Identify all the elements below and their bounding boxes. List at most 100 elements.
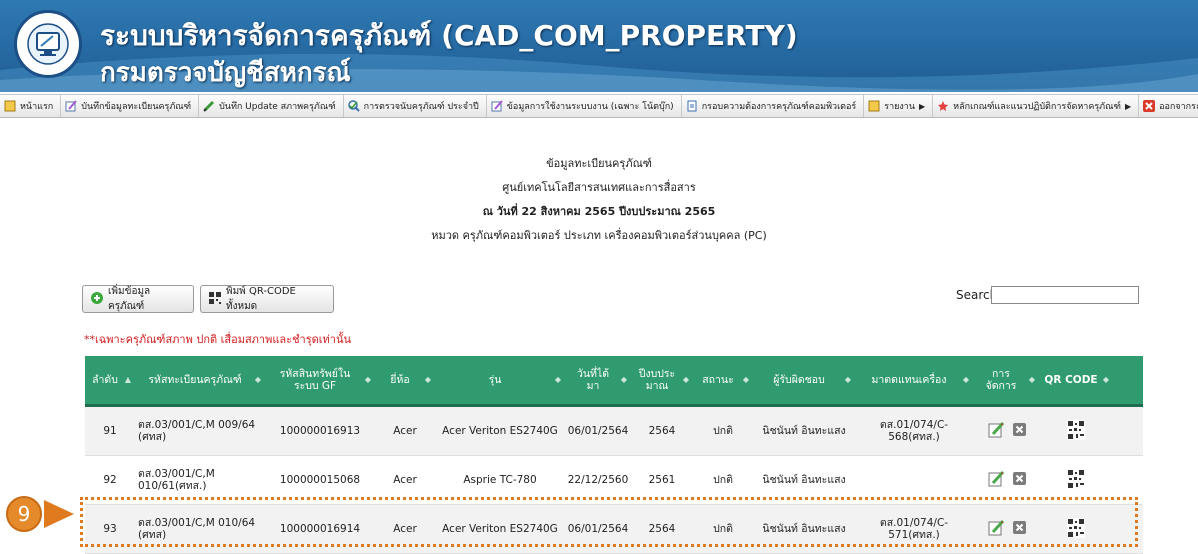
sort-icon: ◆: [254, 375, 261, 384]
report-icon: [868, 100, 880, 112]
qr-code-icon[interactable]: [1067, 419, 1085, 443]
column-header-brand[interactable]: ยี่ห้อ ◆: [375, 356, 435, 404]
qr-code-icon[interactable]: [1067, 517, 1085, 541]
cell-code: ตส.03/001/C,M 010/64 (ศทส): [138, 517, 256, 541]
sort-icon: ◆: [1028, 375, 1035, 384]
column-header-year[interactable]: ปีงบประ มาณ ◆: [631, 356, 693, 404]
main-menu-bar: หน้าแรก บันทึกข้อมูลทะเบียนครุภัณฑ์ บันท…: [0, 94, 1198, 118]
menu-item-logout[interactable]: ออกจากระบบ: [1139, 95, 1198, 117]
cell-qr: [1039, 407, 1113, 455]
star-icon: [937, 100, 949, 112]
table-header: ลำดับ ▲ รหัสทะเบียนครุภัณฑ์ ◆ รหัสสินทรัพย…: [85, 356, 1143, 407]
table-row: 92 ตส.03/001/C,M 010/61(ศทส.) 1000000150…: [85, 456, 1143, 505]
report-date: ณ วันที่ 22 สิงหาคม 2565 ปีงบประมาณ 2565: [482, 205, 716, 218]
cell-code: ตส.03/001/C,M 009/64 (ศทส): [138, 419, 256, 443]
column-header-label: รุ่น: [488, 374, 502, 386]
print-all-qr-button[interactable]: พิมพ์ QR-CODE ทั้งหมด: [200, 285, 334, 313]
menu-label: หลักเกณฑ์และแนวปฏิบัติการจัดหาครุภัณฑ์: [953, 102, 1121, 112]
column-header-label: สถานะ: [702, 374, 734, 386]
edit-icon[interactable]: [987, 519, 1005, 540]
menu-label: ออกจากระบบ: [1159, 102, 1198, 112]
condition-note: **เฉพาะครุภัณฑ์สภาพ ปกติ เสื่อมสภาพและชำ…: [84, 333, 351, 346]
edit-icon[interactable]: [987, 421, 1005, 442]
sort-icon: ▲: [124, 375, 131, 384]
pencil-icon: [203, 100, 215, 112]
menu-item-update[interactable]: บันทึก Update สภาพครุภัณฑ์: [199, 95, 344, 117]
delete-icon[interactable]: [1012, 423, 1026, 439]
print-all-qr-label: พิมพ์ QR-CODE ทั้งหมด: [226, 286, 296, 312]
column-header-model[interactable]: รุ่น ◆: [435, 356, 565, 404]
column-header-label: ปีงบประ มาณ: [638, 368, 676, 392]
cell-date: 06/01/2564: [567, 523, 629, 535]
table-row: 91 ตส.03/001/C,M 009/64 (ศทส) 1000000169…: [85, 407, 1143, 456]
menu-item-report[interactable]: รายงาน ▶: [864, 95, 934, 117]
cell-year: 2564: [648, 425, 676, 437]
menu-item-home[interactable]: หน้าแรก: [0, 95, 62, 117]
edit-icon: [491, 100, 503, 112]
column-header-gf[interactable]: รหัสสินทรัพย์ใน ระบบ GF ◆: [265, 356, 375, 404]
report-organization: ศูนย์เทคโนโลยีสารสนเทศและการสื่อสาร: [502, 181, 696, 194]
column-header-date[interactable]: วันที่ได้ มา ◆: [565, 356, 631, 404]
plus-icon: [91, 291, 103, 307]
cell-replace: ตส.01/074/C-571(ศทส.): [879, 517, 949, 541]
column-header-owner[interactable]: ผู้รับผิดชอบ ◆: [753, 356, 855, 404]
add-property-button[interactable]: เพิ่มข้อมูลครุภัณฑ์: [82, 285, 194, 313]
cell-no: 91: [103, 425, 117, 437]
column-header-label: มาตดแทนเครื่อง: [871, 374, 947, 386]
search-input[interactable]: [991, 286, 1139, 304]
home-icon: [4, 100, 16, 112]
cell-year: 2561: [648, 474, 676, 486]
cell-brand: Acer: [393, 474, 417, 486]
delete-icon[interactable]: [1012, 521, 1026, 537]
report-category: หมวด ครุภัณฑ์คอมพิวเตอร์ ประเภท เครื่องค…: [431, 229, 767, 242]
menu-label: รายงาน: [884, 102, 916, 112]
menu-item-requirements[interactable]: กรอบความต้องการครุภัณฑ์คอมพิวเตอร์: [682, 95, 865, 117]
document-icon: [686, 100, 698, 112]
column-header-no[interactable]: ลำดับ ▲: [85, 356, 135, 404]
edit-icon: [65, 100, 77, 112]
submenu-arrow-icon: ▶: [919, 101, 926, 111]
column-header-label: QR CODE: [1044, 374, 1098, 386]
column-header-label: รหัสสินทรัพย์ใน ระบบ GF: [279, 368, 351, 392]
cell-manage: [973, 407, 1039, 455]
menu-item-usage[interactable]: ข้อมูลการใช้งานระบบงาน (เฉพาะ โน้ตบุ๊ก): [487, 95, 682, 117]
menu-label: บันทึก Update สภาพครุภัณฑ์: [219, 102, 336, 112]
column-header-qr[interactable]: QR CODE ◆: [1039, 356, 1113, 404]
column-header-label: ผู้รับผิดชอบ: [773, 374, 825, 386]
column-header-status[interactable]: สถานะ ◆: [693, 356, 753, 404]
cell-brand: Acer: [393, 523, 417, 535]
menu-item-register[interactable]: บันทึกข้อมูลทะเบียนครุภัณฑ์: [61, 95, 200, 117]
cell-replace: ตส.01/074/C-568(ศทส.): [879, 419, 949, 443]
cell-manage: [973, 505, 1039, 553]
cell-date: 22/12/2560: [567, 474, 629, 486]
column-header-manage[interactable]: การ จัดการ ◆: [973, 356, 1039, 404]
report-title: ข้อมูลทะเบียนครุภัณฑ์: [546, 157, 652, 170]
cell-no: 92: [103, 474, 117, 486]
menu-item-inspection[interactable]: การตรวจนับครุภัณฑ์ ประจำปี: [344, 95, 487, 117]
column-header-code[interactable]: รหัสทะเบียนครุภัณฑ์ ◆: [135, 356, 265, 404]
column-header-replace[interactable]: มาตดแทนเครื่อง ◆: [855, 356, 973, 404]
menu-item-guidelines[interactable]: หลักเกณฑ์และแนวปฏิบัติการจัดหาครุภัณฑ์ ▶: [933, 95, 1140, 117]
cell-model: Asprie TC-780: [463, 474, 537, 486]
cell-replace: [855, 456, 973, 504]
cell-model: Acer Veriton ES2740G: [442, 425, 558, 437]
cell-model: Acer Veriton ES2740G: [442, 523, 558, 535]
cell-status: ปกติ: [713, 474, 733, 486]
property-table: ลำดับ ▲ รหัสทะเบียนครุภัณฑ์ ◆ รหัสสินทรัพย…: [85, 356, 1143, 554]
edit-icon[interactable]: [987, 470, 1005, 491]
cell-code: ตส.03/001/C,M 010/61(ศทส.): [138, 468, 215, 492]
cell-brand: Acer: [393, 425, 417, 437]
sort-icon: ◆: [844, 375, 851, 384]
callout-arrow-icon: [44, 500, 74, 528]
cell-status: ปกติ: [713, 425, 733, 437]
column-header-label: การ จัดการ: [985, 368, 1017, 392]
qr-code-icon[interactable]: [1067, 468, 1085, 492]
delete-icon[interactable]: [1012, 472, 1026, 488]
monitor-logo-icon: [14, 10, 82, 78]
sort-icon: ◆: [742, 375, 749, 384]
add-property-label: เพิ่มข้อมูลครุภัณฑ์: [108, 286, 151, 312]
department-title: กรมตรวจบัญชีสหกรณ์: [100, 58, 351, 88]
close-icon: [1143, 100, 1156, 112]
cell-owner: นิชนันท์ อินทะแสง: [762, 425, 846, 437]
column-header-label: วันที่ได้ มา: [576, 368, 610, 392]
